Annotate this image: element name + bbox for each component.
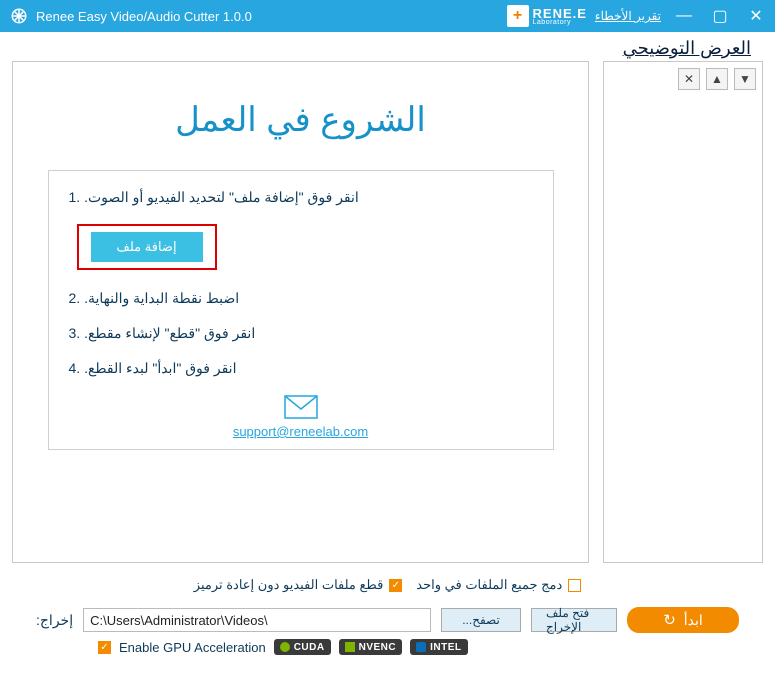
step-2-text: .اضبط نقطة البداية والنهاية <box>84 290 239 306</box>
refresh-icon: ↻ <box>663 611 676 629</box>
step-3: 3. .انقر فوق "قطع" لإنشاء مقطع <box>69 325 533 342</box>
no-reencode-checkbox[interactable]: ✓ <box>389 579 402 592</box>
maximize-button[interactable]: ▢ <box>711 6 729 26</box>
start-button[interactable]: ↻ ابدأ <box>627 607 739 633</box>
gpu-checkbox[interactable]: ✓ <box>98 641 111 654</box>
merge-checkbox[interactable] <box>568 579 581 592</box>
merge-label: دمج جميع الملفات في واحد <box>416 577 562 593</box>
intel-badge: INTEL <box>410 639 467 655</box>
cuda-dot-icon <box>280 642 290 652</box>
intel-swatch-icon <box>416 642 426 652</box>
step-4-text: .انقر فوق "ابدأ" لبدء القطع <box>84 360 236 376</box>
output-path-input[interactable] <box>83 608 431 632</box>
no-reencode-option[interactable]: ✓ قطع ملفات الفيديو دون إعادة ترميز <box>194 577 403 593</box>
open-output-button[interactable]: فتح ملف الإخراج <box>531 608 617 632</box>
step-3-text: .انقر فوق "قطع" لإنشاء مقطع <box>84 325 255 341</box>
support-email-link[interactable]: support@reneelab.com <box>69 424 533 439</box>
browse-button[interactable]: ...تصفح <box>441 608 521 632</box>
app-title: Renee Easy Video/Audio Cutter 1.0.0 <box>36 9 252 24</box>
titlebar-left: Renee Easy Video/Audio Cutter 1.0.0 <box>10 7 252 25</box>
intel-text: INTEL <box>430 642 461 653</box>
content-row: الشروع في العمل 1. .انقر فوق "إضافة ملف"… <box>0 61 775 563</box>
error-report-link[interactable]: تقرير الأخطاء <box>595 9 661 23</box>
gpu-label: Enable GPU Acceleration <box>119 640 266 655</box>
page-heading: الشروع في العمل <box>175 100 426 140</box>
window-controls: — ▢ ✕ <box>675 6 765 26</box>
move-down-button[interactable]: ▼ <box>734 68 756 90</box>
brand-logo: + RENE.E Laboratory <box>507 5 587 27</box>
file-list-controls: ✕ ▲ ▼ <box>610 68 756 90</box>
step-1: 1. .انقر فوق "إضافة ملف" لتحديد الفيديو … <box>69 189 533 206</box>
merge-option[interactable]: دمج جميع الملفات في واحد <box>416 577 581 593</box>
options-row: دمج جميع الملفات في واحد ✓ قطع ملفات الف… <box>0 577 775 593</box>
demo-row: العرض التوضيحي <box>0 32 775 61</box>
output-label: :إخراج <box>36 612 73 629</box>
steps-box: 1. .انقر فوق "إضافة ملف" لتحديد الفيديو … <box>48 170 554 450</box>
step-4: 4. .انقر فوق "ابدأ" لبدء القطع <box>69 360 533 377</box>
app-icon <box>10 7 28 25</box>
start-label: ابدأ <box>684 612 703 629</box>
minimize-button[interactable]: — <box>675 7 693 25</box>
remove-file-button[interactable]: ✕ <box>678 68 700 90</box>
file-list-panel: ✕ ▲ ▼ <box>603 61 763 563</box>
main-panel: الشروع في العمل 1. .انقر فوق "إضافة ملف"… <box>12 61 589 563</box>
demo-link[interactable]: العرض التوضيحي <box>623 38 751 58</box>
nvenc-swatch-icon <box>345 642 355 652</box>
cuda-badge: CUDA <box>274 639 331 655</box>
support-section: support@reneelab.com <box>69 395 533 439</box>
cuda-text: CUDA <box>294 642 325 653</box>
nvenc-text: NVENC <box>359 642 397 653</box>
nvenc-badge: NVENC <box>339 639 403 655</box>
no-reencode-label: قطع ملفات الفيديو دون إعادة ترميز <box>194 577 384 593</box>
brand-plus-icon: + <box>507 5 529 27</box>
move-up-button[interactable]: ▲ <box>706 68 728 90</box>
gpu-row: ✓ Enable GPU Acceleration CUDA NVENC INT… <box>0 633 775 655</box>
add-file-highlight: إضافة ملف <box>77 224 217 270</box>
step-2: 2. .اضبط نقطة البداية والنهاية <box>69 290 533 307</box>
close-button[interactable]: ✕ <box>747 6 765 26</box>
envelope-icon <box>284 395 318 419</box>
add-file-button[interactable]: إضافة ملف <box>91 232 203 262</box>
title-bar: Renee Easy Video/Audio Cutter 1.0.0 + RE… <box>0 0 775 32</box>
step-1-text: .انقر فوق "إضافة ملف" لتحديد الفيديو أو … <box>84 189 359 205</box>
output-row: :إخراج ...تصفح فتح ملف الإخراج ↻ ابدأ <box>0 599 775 633</box>
